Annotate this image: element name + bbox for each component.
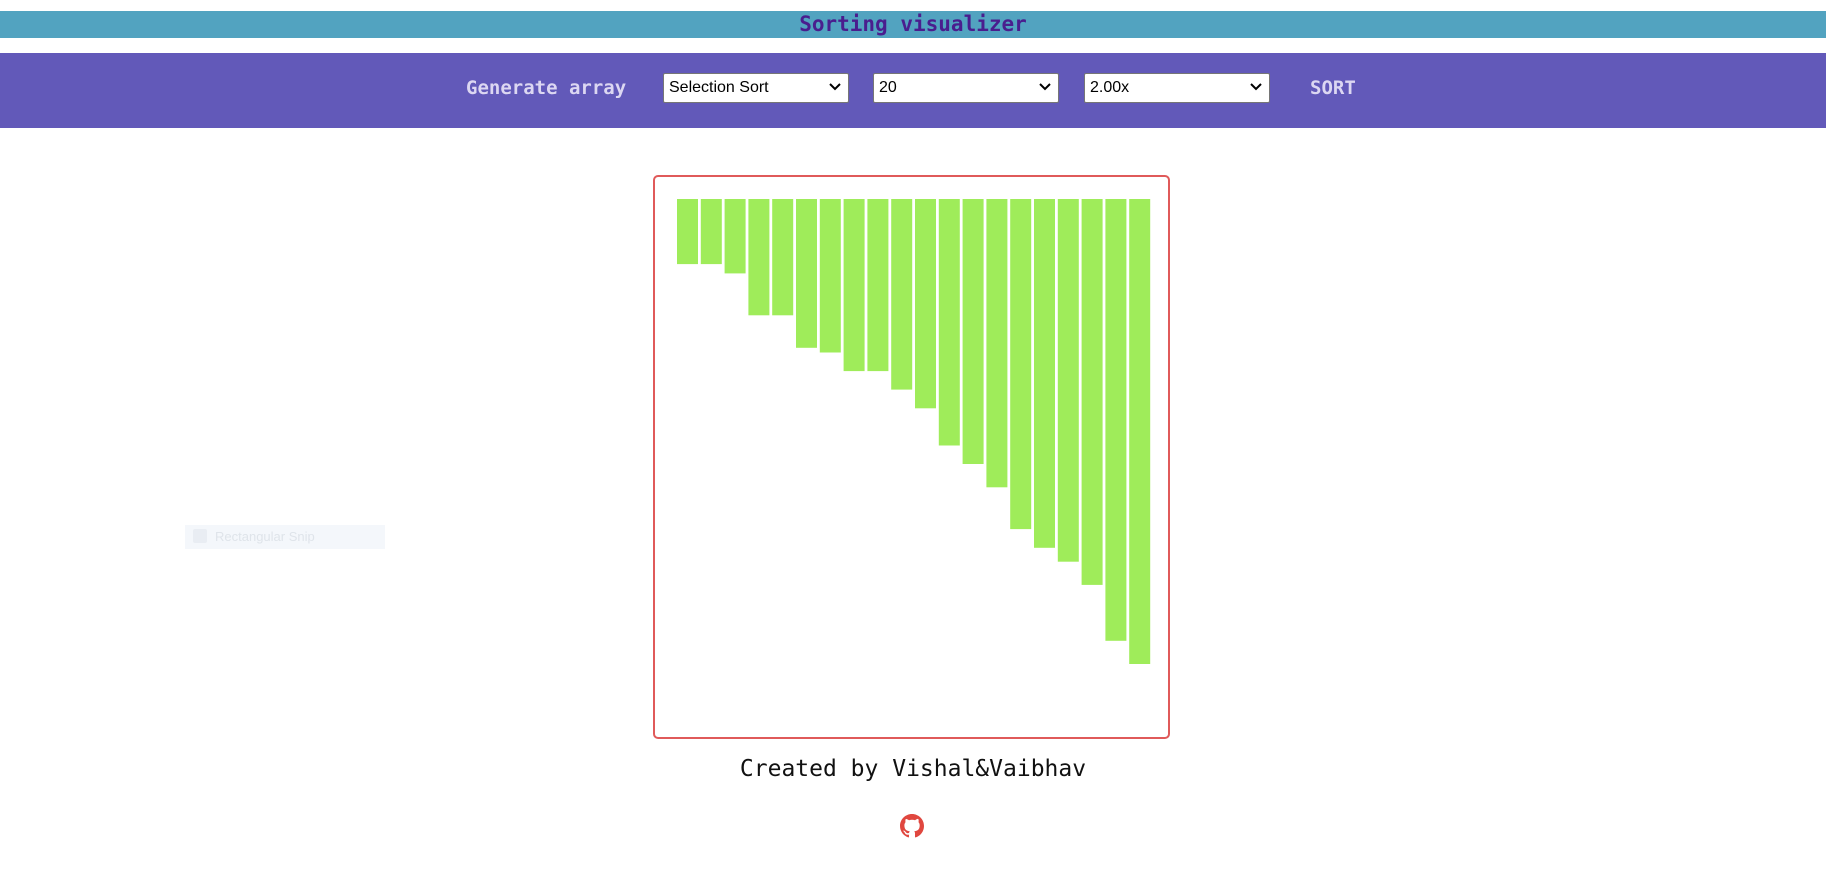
bar (772, 199, 794, 316)
bar (1057, 199, 1079, 562)
algorithm-select-value: Selection Sort (669, 79, 769, 96)
chevron-down-icon (829, 83, 841, 91)
array-size-select-value: 20 (879, 79, 897, 96)
bar-chart-container (653, 175, 1170, 739)
bar (986, 199, 1008, 488)
chevron-down-icon (1039, 83, 1051, 91)
toolbar: Generate array Selection Sort 20 2.00x S… (0, 53, 1826, 128)
bar (891, 199, 913, 390)
page-title: Sorting visualizer (799, 12, 1027, 36)
bar-chart (677, 199, 1151, 664)
bar (748, 199, 770, 316)
algorithm-select[interactable]: Selection Sort (663, 73, 849, 103)
title-bar: Sorting visualizer (0, 11, 1826, 38)
bar (1010, 199, 1032, 530)
speed-select-value: 2.00x (1090, 79, 1130, 96)
chevron-down-icon (1250, 83, 1262, 91)
snip-tooltip-label: Rectangular Snip (215, 529, 315, 544)
sort-button[interactable]: SORT (1310, 73, 1356, 103)
array-size-select[interactable]: 20 (873, 73, 1059, 103)
bar (819, 199, 841, 353)
github-icon[interactable] (900, 814, 924, 838)
bar (1129, 199, 1151, 664)
generate-array-button[interactable]: Generate array (466, 73, 626, 103)
bar (796, 199, 817, 348)
bar (915, 199, 936, 409)
bar (962, 199, 984, 464)
bar (938, 199, 960, 446)
bar (700, 199, 722, 265)
bar (843, 199, 865, 372)
bar (867, 199, 889, 372)
bar (724, 199, 746, 274)
bar (677, 199, 698, 265)
credit-text: Created by Vishal&Vaibhav (739, 756, 1087, 782)
snip-tooltip: Rectangular Snip (185, 525, 385, 549)
bar (1081, 199, 1103, 585)
bar (1105, 199, 1127, 641)
bar (1034, 199, 1055, 548)
snip-icon (193, 529, 207, 543)
speed-select[interactable]: 2.00x (1084, 73, 1270, 103)
